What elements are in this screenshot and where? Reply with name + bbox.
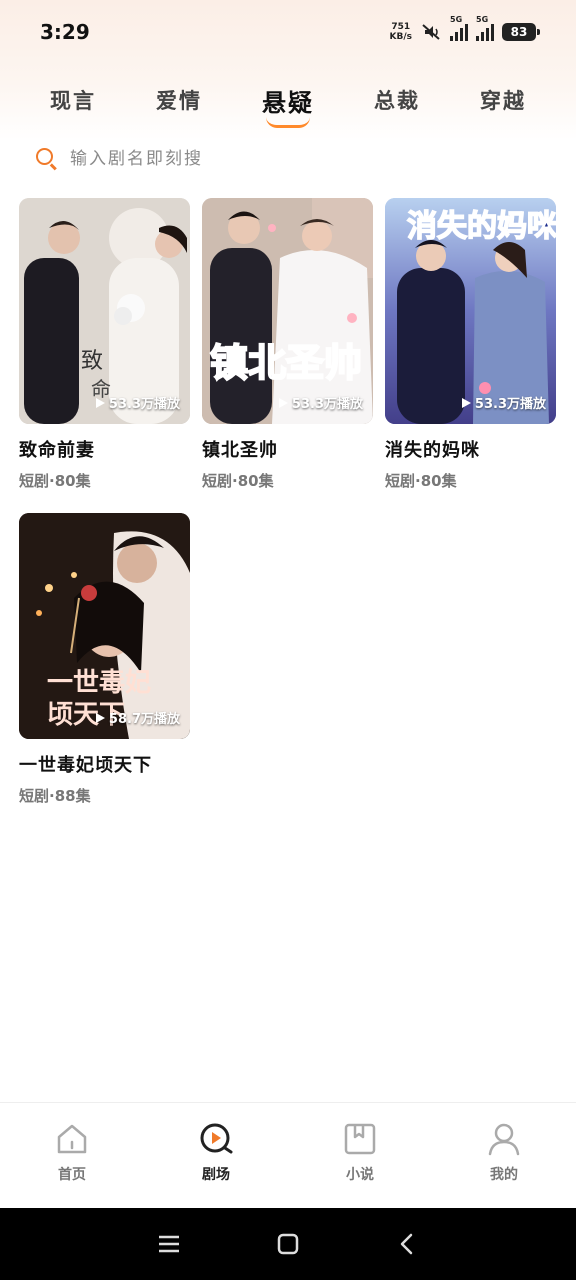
svg-text:消失的妈咪: 消失的妈咪 — [407, 209, 556, 244]
search-bar[interactable] — [36, 142, 536, 176]
poster-image[interactable]: 致 命 53.3万播放 — [19, 198, 190, 424]
signal-icon-2: 5G — [476, 15, 494, 41]
back-button[interactable] — [392, 1229, 422, 1259]
drama-meta: 短剧·80集 — [385, 472, 457, 490]
search-input[interactable] — [70, 149, 510, 169]
network-speed: 751 KB/s — [389, 22, 412, 42]
poster-art: 镇北圣帅 — [202, 198, 373, 424]
drama-meta: 短剧·80集 — [202, 472, 274, 490]
play-icon — [95, 397, 105, 408]
nav-label: 我的 — [490, 1166, 518, 1183]
drama-card[interactable]: 致 命 53.3万播放 致命前妻 短剧·80集 — [19, 198, 190, 491]
drama-title[interactable]: 致命前妻 — [19, 436, 190, 462]
user-icon — [488, 1123, 520, 1155]
poster-image[interactable]: 镇北圣帅 53.3万播放 — [202, 198, 373, 424]
mute-icon — [422, 24, 440, 40]
theater-play-icon — [200, 1123, 233, 1153]
menu-button[interactable] — [154, 1229, 184, 1259]
tab-aiqing[interactable]: 爱情 — [138, 85, 220, 115]
nav-label: 首页 — [58, 1166, 86, 1183]
play-count: 58.7万播放 — [95, 708, 180, 727]
square-home-icon — [277, 1233, 299, 1255]
nav-profile[interactable]: 我的 — [454, 1122, 554, 1184]
poster-art: 一世毒妃 顷天下 — [19, 513, 190, 739]
poster-art: 消失的妈咪 — [385, 198, 556, 424]
play-count: 53.3万播放 — [461, 393, 546, 412]
drama-card[interactable]: 一世毒妃 顷天下 58.7万播放 一世毒妃顷天下 短剧·88集 — [19, 513, 190, 806]
drama-card[interactable]: 消失的妈咪 53.3万播放 消失的妈咪 短剧·80集 — [385, 198, 556, 491]
drama-card[interactable]: 镇北圣帅 53.3万播放 镇北圣帅 短剧·80集 — [202, 198, 373, 491]
status-bar: 3:29 751 KB/s 5G 5G 83 — [0, 0, 576, 64]
svg-text:一世毒妃: 一世毒妃 — [47, 667, 151, 698]
play-icon — [461, 397, 471, 408]
poster-image[interactable]: 消失的妈咪 53.3万播放 — [385, 198, 556, 424]
drama-grid: 致 命 53.3万播放 致命前妻 短剧·80集 镇北圣帅 53.3万播放 镇北圣… — [19, 198, 559, 806]
play-count: 53.3万播放 — [278, 393, 363, 412]
battery-indicator: 83 — [502, 23, 540, 41]
play-count: 53.3万播放 — [95, 393, 180, 412]
nav-novel[interactable]: 小说 — [310, 1122, 410, 1184]
back-chevron-icon — [400, 1233, 412, 1255]
tab-xianyan[interactable]: 现言 — [32, 85, 114, 115]
svg-text:镇北圣帅: 镇北圣帅 — [210, 341, 362, 385]
menu-icon — [159, 1235, 180, 1253]
home-button[interactable] — [273, 1229, 303, 1259]
poster-image[interactable]: 一世毒妃 顷天下 58.7万播放 — [19, 513, 190, 739]
svg-text:致: 致 — [81, 349, 103, 374]
search-icon — [36, 148, 58, 171]
drama-meta: 短剧·88集 — [19, 787, 91, 805]
play-icon — [278, 397, 288, 408]
nav-label: 小说 — [346, 1166, 374, 1183]
play-icon — [95, 712, 105, 723]
system-nav-bar — [0, 1208, 576, 1280]
book-icon — [344, 1123, 376, 1154]
nav-label: 剧场 — [202, 1166, 230, 1183]
drama-title[interactable]: 一世毒妃顷天下 — [19, 751, 190, 777]
tab-zongcai[interactable]: 总裁 — [356, 85, 438, 115]
tab-xuanyi[interactable]: 悬疑 — [244, 83, 332, 128]
nav-theater[interactable]: 剧场 — [166, 1122, 266, 1184]
category-tabs: 现言 爱情 悬疑 总裁 穿越 — [16, 78, 560, 128]
status-icons: 751 KB/s 5G 5G 83 — [389, 15, 540, 42]
status-time: 3:29 — [40, 20, 90, 44]
signal-icon: 5G — [450, 15, 468, 41]
bottom-nav: 首页 剧场 小说 我的 — [0, 1102, 576, 1202]
home-icon — [57, 1124, 87, 1153]
tab-chuanyue[interactable]: 穿越 — [462, 85, 544, 115]
drama-title[interactable]: 消失的妈咪 — [385, 436, 556, 462]
poster-art: 致 命 — [19, 198, 190, 424]
nav-home[interactable]: 首页 — [22, 1122, 122, 1184]
drama-title[interactable]: 镇北圣帅 — [202, 436, 373, 462]
drama-meta: 短剧·80集 — [19, 472, 91, 490]
